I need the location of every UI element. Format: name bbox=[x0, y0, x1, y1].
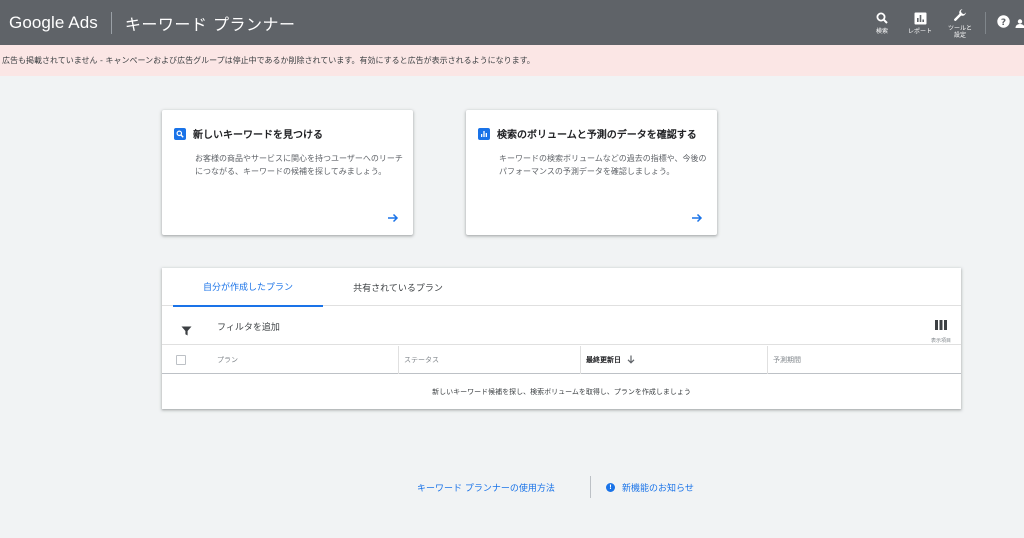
card-title: 検索のボリュームと予測のデータを確認する bbox=[497, 130, 697, 141]
filter-bar: フィルタを追加 表示項目 bbox=[162, 307, 961, 345]
columns-button[interactable]: 表示項目 bbox=[926, 315, 956, 344]
whats-new-label: 新機能のお知らせ bbox=[622, 484, 694, 494]
filter-icon[interactable] bbox=[181, 321, 192, 340]
tools-settings-button[interactable]: ツールと 設定 bbox=[941, 0, 979, 45]
alert-text: 広告も掲載されていません - キャンペーンおよび広告グループは停止中であるか削除… bbox=[2, 56, 535, 65]
plans-panel: 自分が作成したプラン 共有されているプラン フィルタを追加 表示項目 プラン ス… bbox=[162, 268, 961, 409]
header-tools: 検索 レポート ツールと 設定 ? bbox=[863, 0, 1024, 45]
tab-my-plans[interactable]: 自分が作成したプラン bbox=[173, 268, 323, 307]
add-filter-button[interactable]: フィルタを追加 bbox=[217, 320, 280, 333]
forecast-card[interactable]: 検索のボリュームと予測のデータを確認する キーワードの検索ボリュームなどの過去の… bbox=[466, 110, 717, 235]
arrow-right-icon[interactable] bbox=[691, 209, 703, 223]
column-header-forecast-period[interactable]: 予測期間 bbox=[767, 346, 961, 374]
alert-banner: 広告も掲載されていません - キャンペーンおよび広告グループは停止中であるか削除… bbox=[0, 45, 1024, 76]
help-icon: ? bbox=[996, 13, 1010, 32]
account-icon bbox=[1014, 13, 1024, 32]
top-bar: Google Ads キーワード プランナー 検索 レポート ツールと 設定 ? bbox=[0, 0, 1024, 45]
column-header-label: 最終更新日 bbox=[586, 356, 621, 364]
svg-text:?: ? bbox=[1000, 18, 1005, 28]
whats-new-link[interactable]: ! 新機能のお知らせ bbox=[606, 481, 694, 494]
report-icon bbox=[914, 10, 927, 26]
tab-shared-plans[interactable]: 共有されているプラン bbox=[323, 268, 473, 306]
chart-icon bbox=[478, 127, 490, 140]
card-title: 新しいキーワードを見つける bbox=[193, 130, 323, 141]
search-icon bbox=[876, 10, 888, 26]
footer-divider bbox=[590, 476, 591, 498]
brand-divider bbox=[110, 11, 112, 34]
tools-divider bbox=[985, 11, 986, 34]
search-button-label: 検索 bbox=[875, 28, 888, 35]
wrench-icon bbox=[953, 7, 967, 23]
plans-table-header: プラン ステータス 最終更新日 予測期間 bbox=[162, 346, 961, 374]
tools-settings-label: ツールと 設定 bbox=[947, 24, 972, 39]
page-title: キーワード プランナー bbox=[124, 14, 296, 34]
column-header-plan[interactable]: プラン bbox=[217, 346, 238, 374]
columns-label: 表示項目 bbox=[930, 338, 951, 344]
arrow-right-icon[interactable] bbox=[387, 209, 399, 223]
find-keywords-card[interactable]: 新しいキーワードを見つける お客様の商品やサービスに関心を持つユーザーへのリーチ… bbox=[162, 110, 413, 235]
reports-button-label: レポート bbox=[907, 28, 932, 35]
account-menu[interactable] bbox=[1014, 0, 1024, 45]
search-button[interactable]: 検索 bbox=[865, 0, 899, 45]
card-header: 検索のボリュームと予測のデータを確認する bbox=[478, 126, 697, 141]
help-button[interactable]: ? bbox=[992, 0, 1014, 45]
footer-links: キーワード プランナーの使用方法 ! 新機能のお知らせ bbox=[0, 476, 1024, 500]
brand-logo[interactable]: Google Ads bbox=[9, 13, 98, 33]
info-icon: ! bbox=[606, 483, 615, 492]
plans-tabs: 自分が作成したプラン 共有されているプラン bbox=[162, 268, 961, 307]
columns-icon bbox=[935, 315, 947, 334]
sort-down-icon bbox=[627, 355, 635, 366]
card-header: 新しいキーワードを見つける bbox=[174, 126, 323, 141]
reports-button[interactable]: レポート bbox=[903, 0, 937, 45]
empty-table-message: 新しいキーワード候補を探し、検索ボリュームを取得し、プランを作成しましょう bbox=[432, 388, 691, 396]
column-header-status[interactable]: ステータス bbox=[398, 346, 584, 374]
select-all-checkbox[interactable] bbox=[176, 355, 186, 365]
card-description: キーワードの検索ボリュームなどの過去の指標や、今後のパフォーマンスの予測データを… bbox=[499, 154, 707, 176]
card-description: お客様の商品やサービスに関心を持つユーザーへのリーチにつながる、キーワードの候補… bbox=[195, 154, 403, 176]
column-header-last-updated[interactable]: 最終更新日 bbox=[580, 346, 767, 374]
search-icon bbox=[174, 127, 186, 140]
how-to-use-link[interactable]: キーワード プランナーの使用方法 bbox=[417, 481, 555, 494]
select-all-cell bbox=[176, 346, 186, 374]
